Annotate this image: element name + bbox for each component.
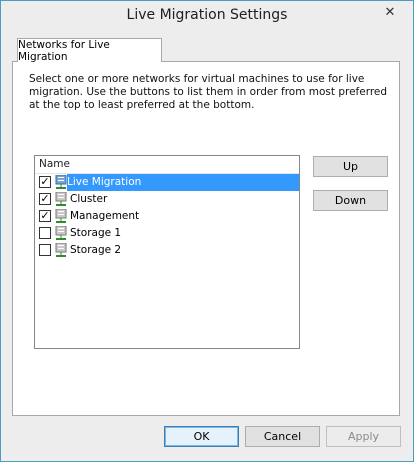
list-item-label: Storage 2 — [70, 244, 122, 256]
list-item[interactable]: Storage 1 — [35, 225, 299, 242]
network-icon — [55, 209, 67, 223]
checkbox-storage-1[interactable] — [39, 227, 51, 239]
checkbox-live-migration[interactable]: ✓ — [39, 176, 51, 188]
list-item-label: Storage 1 — [70, 227, 122, 239]
list-column-header[interactable]: Name — [35, 156, 299, 174]
description-text: Select one or more networks for virtual … — [29, 73, 388, 111]
list-item[interactable]: ✓ Cluster — [35, 191, 299, 208]
dialog-window: Live Migration Settings ✕ Networks for L… — [0, 0, 414, 462]
list-item-label: Management — [70, 210, 140, 222]
apply-button[interactable]: Apply — [326, 426, 401, 447]
network-icon — [55, 175, 67, 189]
checkbox-cluster[interactable]: ✓ — [39, 193, 51, 205]
tab-networks-for-live-migration[interactable]: Networks for Live Migration — [17, 38, 162, 63]
close-button[interactable]: ✕ — [374, 2, 406, 22]
tab-panel: Select one or more networks for virtual … — [12, 61, 400, 416]
list-item-label: Live Migration — [67, 174, 299, 191]
checkbox-storage-2[interactable] — [39, 244, 51, 256]
network-icon — [55, 226, 67, 240]
network-list[interactable]: Name ✓ Live Migration ✓ Cluster ✓ Manage… — [34, 155, 300, 349]
ok-button[interactable]: OK — [164, 426, 239, 447]
cancel-button[interactable]: Cancel — [245, 426, 320, 447]
title-bar[interactable]: Live Migration Settings ✕ — [1, 1, 413, 31]
close-icon: ✕ — [384, 4, 396, 20]
network-icon — [55, 192, 67, 206]
list-item-label: Cluster — [70, 193, 108, 205]
window-title: Live Migration Settings — [126, 7, 288, 23]
up-button[interactable]: Up — [313, 156, 388, 177]
list-item[interactable]: ✓ Live Migration — [35, 174, 299, 191]
list-item[interactable]: Storage 2 — [35, 242, 299, 259]
network-icon — [55, 243, 67, 257]
down-button[interactable]: Down — [313, 190, 388, 211]
list-item[interactable]: ✓ Management — [35, 208, 299, 225]
checkbox-management[interactable]: ✓ — [39, 210, 51, 222]
